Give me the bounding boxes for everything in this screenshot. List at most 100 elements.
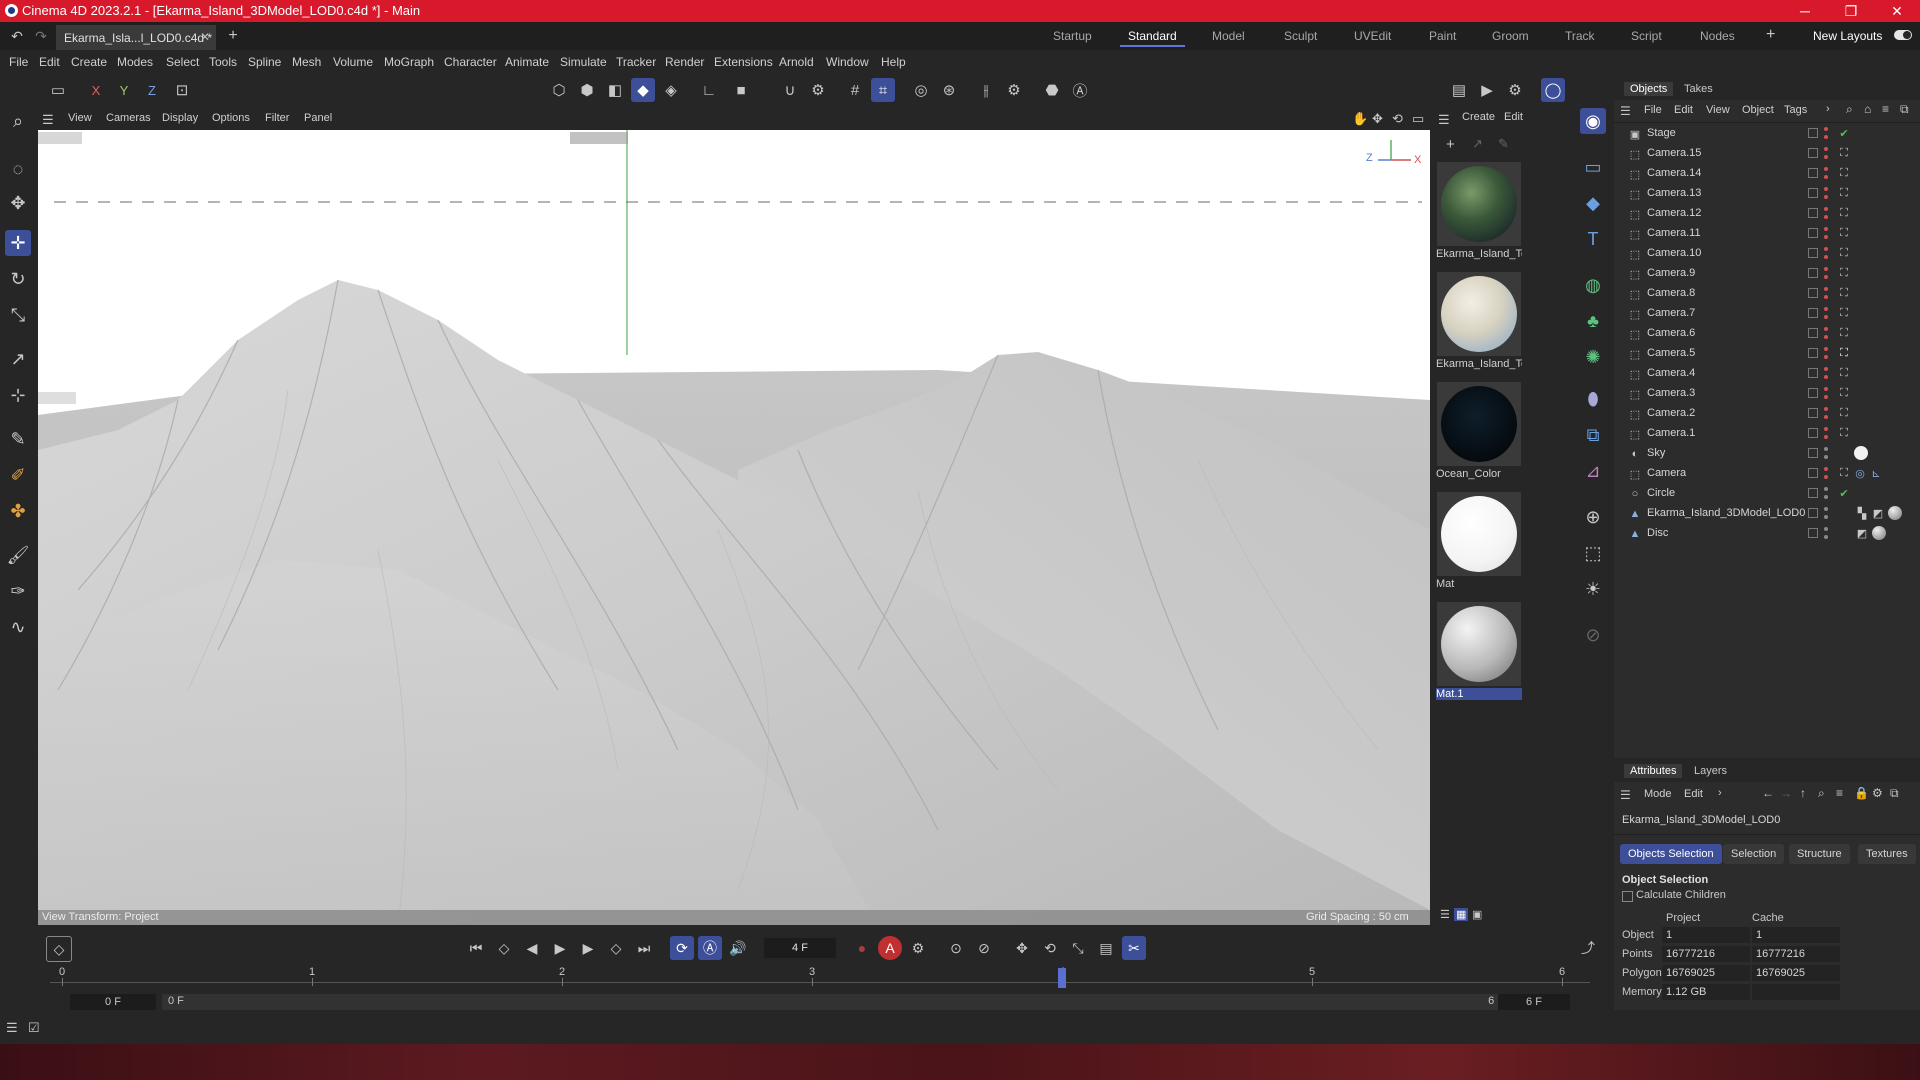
object-row-camera[interactable]: ⬚ Camera ⛶ ◎ ⊾ [1614, 464, 1920, 484]
position-key-icon[interactable]: ✥ [1010, 936, 1034, 960]
deformer-icon[interactable]: ⬮ [1580, 386, 1606, 412]
go-to-start-icon[interactable]: ⏮ [464, 936, 488, 960]
layout-tab-nodes[interactable]: Nodes [1700, 29, 1735, 43]
viewport-menu-panel[interactable]: Panel [304, 112, 332, 124]
material-item[interactable]: Ocean_Color [1434, 380, 1524, 486]
object-row-circle[interactable]: ○ Circle ✔ [1614, 484, 1920, 504]
status-check-icon[interactable]: ☑ [28, 1020, 40, 1036]
layout-tab-model[interactable]: Model [1212, 29, 1245, 43]
rotation-key-icon[interactable]: ⟲ [1038, 936, 1062, 960]
workplane-settings-icon[interactable]: ⊛ [937, 78, 961, 102]
editor-dot-icon[interactable] [1824, 427, 1828, 431]
menu-modes[interactable]: Modes [117, 55, 153, 69]
editor-dot-icon[interactable] [1824, 387, 1828, 391]
new-window-icon[interactable]: ⧉ [1890, 786, 1899, 801]
menu-character[interactable]: Character [444, 55, 497, 69]
camera-target-tag-icon[interactable]: ⛶ [1838, 167, 1850, 179]
editor-dot-icon[interactable] [1824, 287, 1828, 291]
render-dot-icon[interactable] [1824, 495, 1828, 499]
edit-visibility-icon[interactable] [1808, 248, 1818, 258]
objects-menu-tags[interactable]: Tags [1784, 104, 1807, 116]
object-row-camera-12[interactable]: ⬚ Camera.12 ⛶ [1614, 204, 1920, 224]
phong-tag-icon[interactable]: ▚ [1856, 507, 1868, 520]
viewport-menu-cameras[interactable]: Cameras [106, 112, 151, 124]
object-row-camera-5[interactable]: ⬚ Camera.5 ⛶ [1614, 344, 1920, 364]
filter-icon[interactable]: ≡ [1882, 102, 1889, 116]
autokey-record-icon[interactable]: A [878, 936, 902, 960]
tab-objects[interactable]: Objects [1624, 82, 1674, 96]
snap-settings-icon[interactable]: ⚙ [806, 78, 830, 102]
edit-visibility-icon[interactable] [1808, 308, 1818, 318]
symmetry-icon[interactable]: ⫲ [974, 78, 998, 102]
layout-tab-standard[interactable]: Standard [1120, 29, 1185, 47]
viewport-solo-icon[interactable]: ⬣ [1040, 78, 1064, 102]
more-menu-icon[interactable]: › [1826, 103, 1830, 115]
material-menu-create[interactable]: Create [1462, 111, 1495, 123]
render-dot-icon[interactable] [1824, 355, 1828, 359]
list-view-icon[interactable]: ☰ [1440, 908, 1450, 921]
close-button[interactable]: ✕ [1874, 0, 1920, 22]
spline-rectangle-icon[interactable]: ▭ [1580, 154, 1606, 180]
material-tag-icon[interactable] [1888, 506, 1902, 520]
live-selection-icon[interactable]: ◌ [5, 156, 31, 182]
tab-selection[interactable]: Selection [1723, 844, 1785, 864]
arnold-icon[interactable]: ◯ [1541, 78, 1565, 102]
axis-mode-icon[interactable]: ∟ [697, 78, 721, 102]
subdivision-icon[interactable]: ◍ [1580, 272, 1606, 298]
undo-icon[interactable]: ↶ [8, 27, 26, 45]
camera-create-icon[interactable]: ⬚ [1580, 540, 1606, 566]
field-icon[interactable]: ⧉ [1580, 422, 1606, 448]
layout-tab-sculpt[interactable]: Sculpt [1284, 29, 1317, 43]
render-dot-icon[interactable] [1824, 415, 1828, 419]
material-menu-edit[interactable]: Edit [1504, 111, 1523, 123]
objects-search-icon[interactable]: ⌕ [1846, 102, 1853, 117]
search-icon[interactable]: ⌕ [5, 108, 31, 134]
menu-select[interactable]: Select [166, 55, 199, 69]
object-row-camera-1[interactable]: ⬚ Camera.1 ⛶ [1614, 424, 1920, 444]
tab-takes[interactable]: Takes [1684, 83, 1713, 95]
edit-visibility-icon[interactable] [1808, 168, 1818, 178]
render-dot-icon[interactable] [1824, 475, 1828, 479]
camera-target-tag-icon[interactable]: ⛶ [1838, 187, 1850, 199]
camera-target-tag-icon[interactable]: ⛶ [1838, 147, 1850, 159]
edit-visibility-icon[interactable] [1808, 128, 1818, 138]
editor-dot-icon[interactable] [1824, 207, 1828, 211]
edit-visibility-icon[interactable] [1808, 408, 1818, 418]
editor-dot-icon[interactable] [1824, 407, 1828, 411]
lock-z-axis-button[interactable]: Z [140, 78, 164, 102]
objects-menu-object[interactable]: Object [1742, 104, 1774, 116]
objects-menu-file[interactable]: File [1644, 104, 1662, 116]
editor-dot-icon[interactable] [1824, 247, 1828, 251]
range-slider[interactable]: 0 F 6 F [162, 994, 1510, 1010]
render-dot-icon[interactable] [1824, 215, 1828, 219]
layout-tab-uvedit[interactable]: UVEdit [1354, 29, 1391, 43]
new-window-icon[interactable]: ⧉ [1900, 102, 1909, 117]
pan-view-icon[interactable]: ✋ [1352, 111, 1368, 127]
render-dot-icon[interactable] [1824, 435, 1828, 439]
edit-visibility-icon[interactable] [1808, 208, 1818, 218]
cloner-icon[interactable]: ♣ [1580, 308, 1606, 334]
object-row-camera-14[interactable]: ⬚ Camera.14 ⛶ [1614, 164, 1920, 184]
menu-tracker[interactable]: Tracker [616, 55, 656, 69]
object-row-stage[interactable]: ▣ Stage ✔ [1614, 124, 1920, 144]
sculpt-tool-icon[interactable]: ✤ [5, 498, 31, 524]
render-settings-icon[interactable]: ⚙ [1503, 78, 1527, 102]
menu-extensions[interactable]: Extensions [714, 55, 773, 69]
protection-tag-icon[interactable]: ⊾ [1870, 467, 1882, 480]
more-menu-icon[interactable]: › [1718, 787, 1722, 799]
editor-dot-icon[interactable] [1824, 227, 1828, 231]
status-menu-icon[interactable]: ☰ [6, 1020, 18, 1036]
render-view-icon[interactable]: ▤ [1447, 78, 1471, 102]
edit-visibility-icon[interactable] [1808, 228, 1818, 238]
viewport-hamburger-icon[interactable]: ☰ [42, 112, 56, 127]
editor-dot-icon[interactable] [1824, 447, 1828, 451]
keyframe-icon[interactable]: ◇ [46, 936, 72, 962]
selection-tools-icon[interactable]: ✥ [5, 190, 31, 216]
objects-menu-edit[interactable]: Edit [1674, 104, 1693, 116]
render-dot-icon[interactable] [1824, 315, 1828, 319]
calculate-children-checkbox[interactable] [1622, 891, 1633, 902]
lock-y-axis-button[interactable]: Y [112, 78, 136, 102]
editor-dot-icon[interactable] [1824, 527, 1828, 531]
tab-textures[interactable]: Textures [1858, 844, 1916, 864]
large-view-icon[interactable]: ▣ [1472, 908, 1482, 921]
